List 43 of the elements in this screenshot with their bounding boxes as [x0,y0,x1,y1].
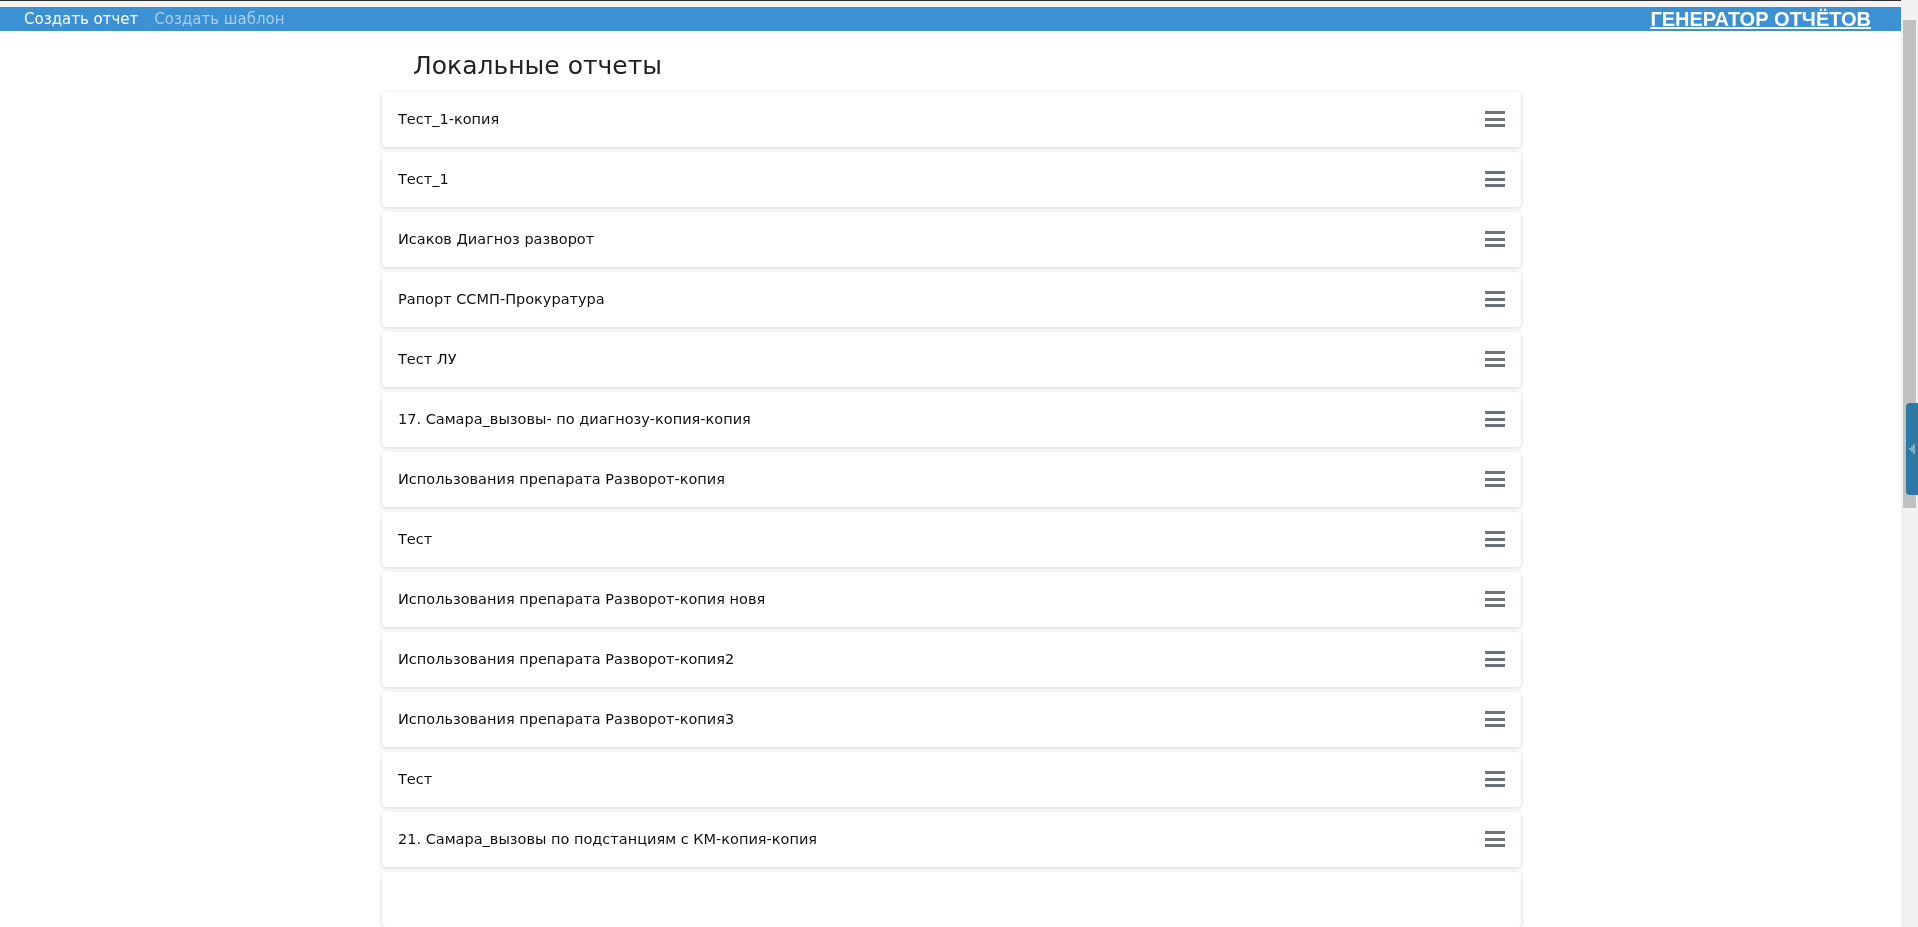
report-name: Тест [398,771,433,788]
report-name: Тест [398,531,433,548]
report-name: Тест_1 [398,171,449,188]
report-card[interactable]: Рапорт ССМП-Прокуратура [382,272,1521,327]
menu-icon[interactable] [1485,231,1505,248]
report-name: Использования препарата Разворот-копия3 [398,711,735,728]
report-name: Рапорт ССМП-Прокуратура [398,291,605,308]
report-name: 17. Самара_вызовы- по диагнозу-копия-копия [398,411,751,428]
report-card[interactable]: Тест_1-копия [382,92,1521,147]
report-name: Использования препарата Разворот-копия [398,471,725,488]
menu-icon[interactable] [1485,171,1505,188]
report-card[interactable]: Использования препарата Разворот-копия3 [382,692,1521,747]
menu-icon[interactable] [1485,351,1505,368]
menu-icon[interactable] [1485,591,1505,608]
report-name: Тест_1-копия [398,111,500,128]
menu-icon[interactable] [1485,651,1505,668]
report-name: 21. Самара_вызовы по подстанциям с КМ-копия-копия [398,831,818,848]
menu-icon[interactable] [1485,411,1505,428]
menu-icon[interactable] [1485,711,1505,728]
menu-icon[interactable] [1485,831,1505,848]
page-title: Локальные отчеты [413,51,663,80]
menu-icon[interactable] [1485,771,1505,788]
report-card[interactable]: Тест [382,752,1521,807]
report-name: Использования препарата Разворот-копия новя [398,591,766,608]
report-name: Использования препарата Разворот-копия2 [398,651,735,668]
report-card[interactable]: 21. Самара_вызовы по подстанциям с КМ-копия-копия [382,812,1521,867]
report-card[interactable]: 17. Самара_вызовы- по диагнозу-копия-копия [382,392,1521,447]
side-panel-handle[interactable] [1906,403,1918,495]
report-card[interactable]: Исаков Диагноз разворот [382,212,1521,267]
scrollbar[interactable] [1901,0,1918,927]
menu-icon[interactable] [1485,111,1505,128]
report-card[interactable]: Тест [382,512,1521,567]
menu-icon[interactable] [1485,471,1505,488]
report-card[interactable]: Тест ЛУ [382,332,1521,387]
menu-icon[interactable] [1485,291,1505,308]
menu-icon[interactable] [1485,531,1505,548]
report-card[interactable]: Использования препарата Разворот-копия [382,452,1521,507]
report-name: Исаков Диагноз разворот [398,231,595,248]
report-card[interactable]: Использования препарата Разворот-копия новя [382,572,1521,627]
grip-icon [1909,443,1915,455]
report-card[interactable]: Использования препарата Разворот-копия2 [382,632,1521,687]
report-card[interactable]: Тест_1 [382,152,1521,207]
report-name: Тест ЛУ [398,351,457,368]
